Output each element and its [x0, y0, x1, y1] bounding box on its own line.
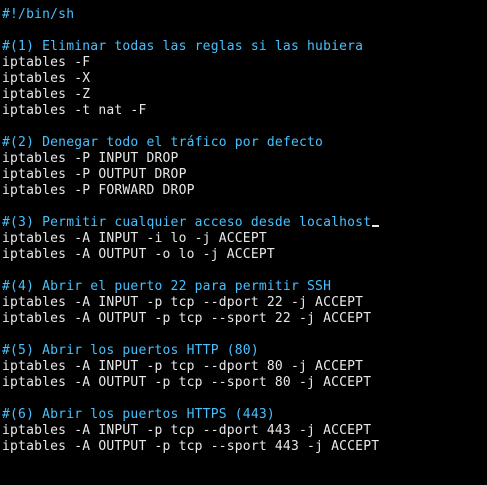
command-line: iptables -A OUTPUT -p tcp --sport 443 -j…: [2, 439, 380, 454]
command-line: iptables -P INPUT DROP: [2, 151, 179, 166]
command-line: iptables -A INPUT -i lo -j ACCEPT: [2, 231, 267, 246]
command-line: iptables -A OUTPUT -o lo -j ACCEPT: [2, 247, 275, 262]
command-line: iptables -t nat -F: [2, 103, 147, 118]
command-line: iptables -F: [2, 55, 91, 70]
shebang-line: #!/bin/sh: [2, 7, 75, 22]
command-line: iptables -Z: [2, 87, 91, 102]
command-line: iptables -A OUTPUT -p tcp --sport 80 -j …: [2, 375, 372, 390]
comment-section-4: #(4) Abrir el puerto 22 para permitir SS…: [2, 279, 332, 294]
comment-section-1: #(1) Eliminar todas las reglas si las hu…: [2, 39, 364, 54]
terminal-editor[interactable]: #!/bin/sh #(1) Eliminar todas las reglas…: [0, 0, 487, 485]
comment-section-6: #(6) Abrir los puertos HTTPS (443): [2, 407, 275, 422]
command-line: iptables -P FORWARD DROP: [2, 183, 195, 198]
command-line: iptables -A INPUT -p tcp --dport 22 -j A…: [2, 295, 364, 310]
comment-section-2: #(2) Denegar todo el tráfico por defecto: [2, 135, 324, 150]
command-line: iptables -A INPUT -p tcp --dport 443 -j …: [2, 423, 372, 438]
command-line: iptables -A OUTPUT -p tcp --sport 22 -j …: [2, 311, 372, 326]
text-cursor: [372, 225, 380, 227]
comment-section-3: #(3) Permitir cualquier acceso desde loc…: [2, 215, 487, 231]
command-line: iptables -X: [2, 71, 91, 86]
comment-section-3-text: #(3) Permitir cualquier acceso desde loc…: [2, 215, 372, 230]
command-line: iptables -P OUTPUT DROP: [2, 167, 187, 182]
command-line: iptables -A INPUT -p tcp --dport 80 -j A…: [2, 359, 364, 374]
comment-section-5: #(5) Abrir los puertos HTTP (80): [2, 343, 259, 358]
